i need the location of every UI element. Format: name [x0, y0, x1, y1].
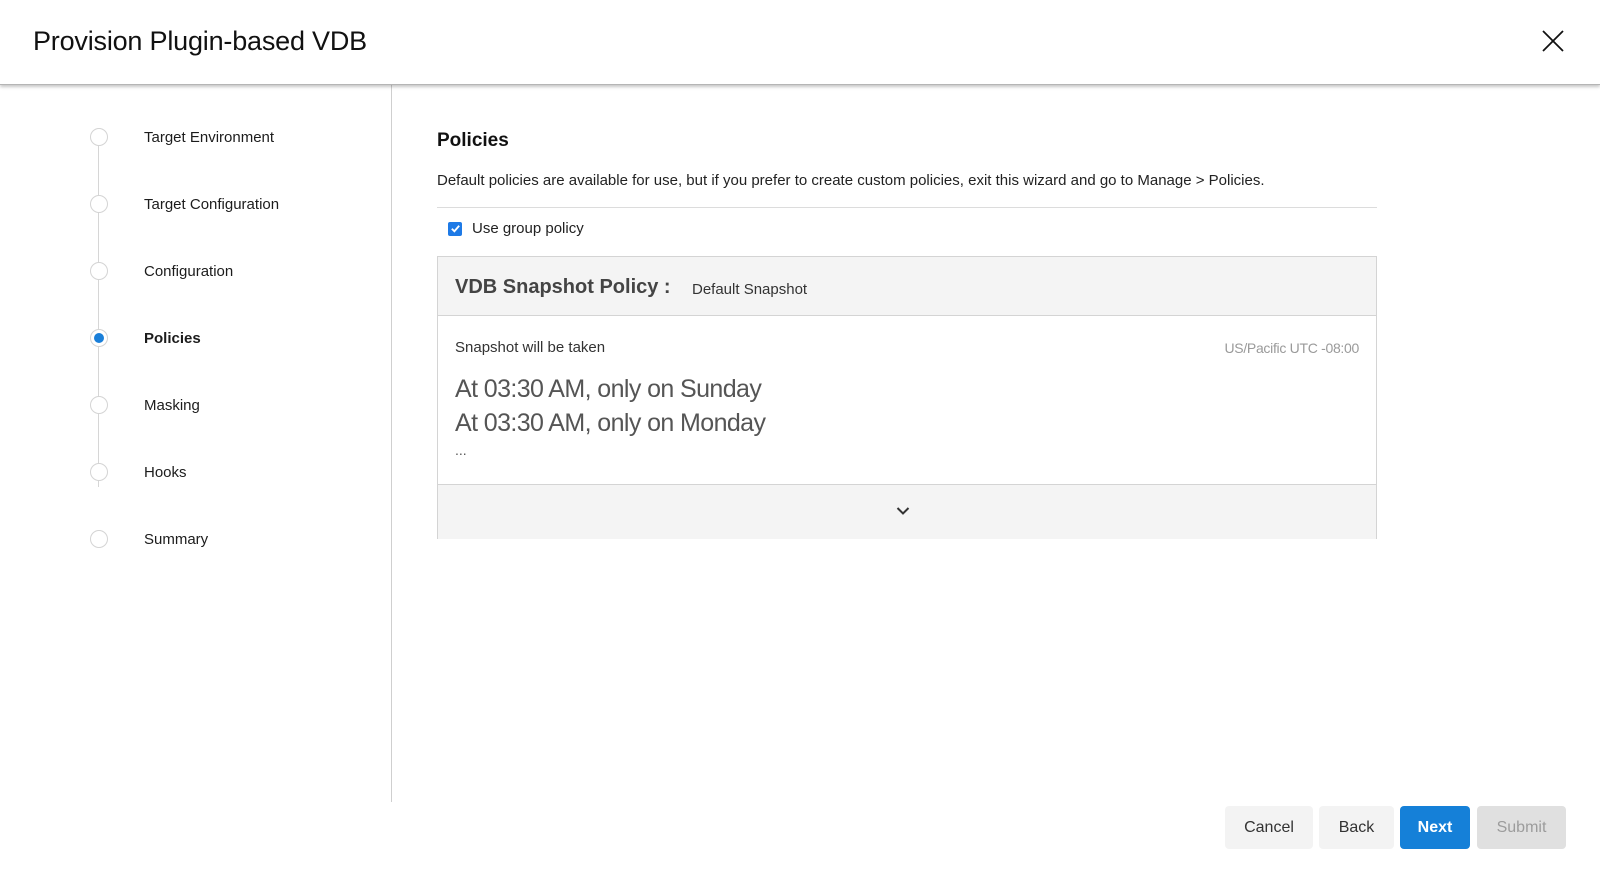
schedule-label: Snapshot will be taken — [455, 339, 606, 356]
snapshot-policy-value: Default Snapshot — [692, 281, 808, 298]
step-hooks[interactable]: Hooks — [90, 461, 187, 483]
step-configuration[interactable]: Configuration — [90, 260, 233, 282]
close-icon — [1542, 30, 1564, 52]
step-summary[interactable]: Summary — [90, 528, 208, 550]
step-indicator-icon — [90, 262, 108, 280]
snapshot-policy-header: VDB Snapshot Policy : Default Snapshot — [438, 257, 1376, 316]
checkbox-checked-icon[interactable] — [448, 221, 462, 236]
use-group-policy-label: Use group policy — [472, 220, 584, 237]
timezone-label: US/Pacific UTC -08:00 — [1224, 340, 1359, 356]
use-group-policy-checkbox[interactable]: Use group policy — [448, 220, 584, 237]
cancel-button[interactable]: Cancel — [1225, 806, 1313, 849]
step-label: Target Environment — [144, 128, 275, 146]
step-label: Hooks — [144, 463, 187, 481]
divider — [437, 207, 1377, 208]
dialog-header: Provision Plugin-based VDB — [0, 0, 1600, 85]
snapshot-policy-card: VDB Snapshot Policy : Default Snapshot S… — [437, 256, 1377, 539]
step-label: Masking — [144, 396, 200, 414]
submit-button: Submit — [1477, 806, 1566, 849]
step-indicator-icon — [90, 195, 108, 213]
step-label: Policies — [144, 329, 201, 347]
back-button[interactable]: Back — [1319, 806, 1394, 849]
schedule-more: ... — [455, 442, 467, 458]
step-target-environment[interactable]: Target Environment — [90, 126, 274, 148]
schedule-item: At 03:30 AM, only on Sunday — [455, 375, 762, 403]
snapshot-policy-label: VDB Snapshot Policy : — [455, 276, 671, 298]
step-indicator-icon — [90, 463, 108, 481]
chevron-down-icon — [896, 507, 910, 515]
close-button[interactable] — [1540, 28, 1566, 54]
step-indicator-icon — [90, 530, 108, 548]
step-masking[interactable]: Masking — [90, 394, 200, 416]
step-indicator-icon — [90, 396, 108, 414]
dialog-title: Provision Plugin-based VDB — [33, 26, 367, 56]
schedule-item: At 03:30 AM, only on Monday — [455, 409, 766, 437]
step-active-indicator-icon — [90, 329, 108, 347]
step-label: Configuration — [144, 262, 234, 280]
step-label: Target Configuration — [144, 195, 280, 213]
next-button[interactable]: Next — [1400, 806, 1470, 849]
section-title: Policies — [437, 130, 509, 151]
step-connector-line — [98, 137, 99, 487]
step-target-configuration[interactable]: Target Configuration — [90, 193, 279, 215]
step-indicator-icon — [90, 128, 108, 146]
expand-schedule-button[interactable] — [438, 484, 1376, 539]
wizard-steps: Target Environment Target Configuration … — [0, 85, 392, 802]
policies-description: Default policies are available for use, … — [437, 172, 1265, 189]
step-label: Summary — [144, 530, 209, 548]
step-policies[interactable]: Policies — [90, 327, 201, 349]
